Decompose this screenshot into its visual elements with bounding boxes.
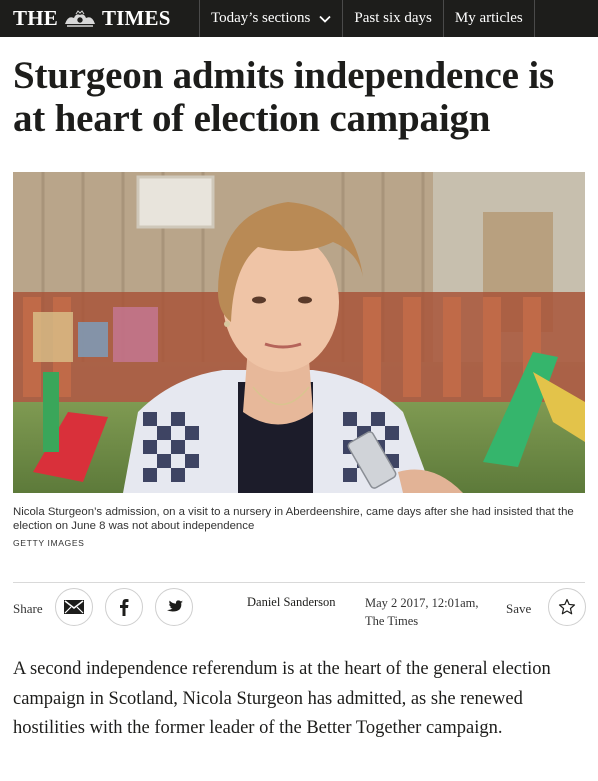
past-six-days-link[interactable]: Past six days (343, 0, 444, 37)
photo-credit: GETTY IMAGES (13, 538, 85, 548)
photo-illustration (13, 172, 585, 493)
share-twitter-button[interactable] (155, 588, 193, 626)
my-articles-link[interactable]: My articles (444, 0, 535, 37)
times-logo[interactable]: THE TIMES (0, 0, 200, 37)
share-email-button[interactable] (55, 588, 93, 626)
share-label: Share (13, 601, 43, 616)
todays-sections-label: Today’s sections (211, 10, 311, 26)
top-navigation-bar: THE TIMES Today’s sections Past six days… (0, 0, 598, 37)
logo-word-times: TIMES (101, 6, 171, 30)
chevron-down-icon (319, 15, 331, 23)
my-articles-label: My articles (454, 10, 523, 26)
article-publication: The Times (365, 614, 419, 628)
facebook-icon (120, 599, 129, 616)
article-lead-paragraph: A second independence referendum is at t… (13, 659, 551, 738)
email-icon (64, 600, 84, 614)
meta-divider (13, 582, 585, 583)
save-article-button[interactable] (548, 588, 586, 626)
past-six-days-label: Past six days (354, 10, 432, 26)
article-photo (13, 172, 585, 493)
twitter-icon (166, 599, 183, 612)
royal-crest-icon (64, 9, 95, 27)
todays-sections-menu[interactable]: Today’s sections (200, 0, 344, 37)
article-dateline: May 2 2017, 12:01am, The Times (365, 594, 479, 630)
share-facebook-button[interactable] (105, 588, 143, 626)
star-icon (558, 598, 576, 615)
article-date: May 2 2017, 12:01am, (365, 596, 479, 610)
article-author[interactable]: Daniel Sanderson (247, 595, 336, 610)
article-headline: Sturgeon admits independence is at heart… (13, 54, 554, 140)
photo-caption: Nicola Sturgeon’s admission, on a visit … (13, 506, 574, 532)
logo-word-the: THE (13, 6, 58, 30)
save-label: Save (506, 601, 532, 616)
